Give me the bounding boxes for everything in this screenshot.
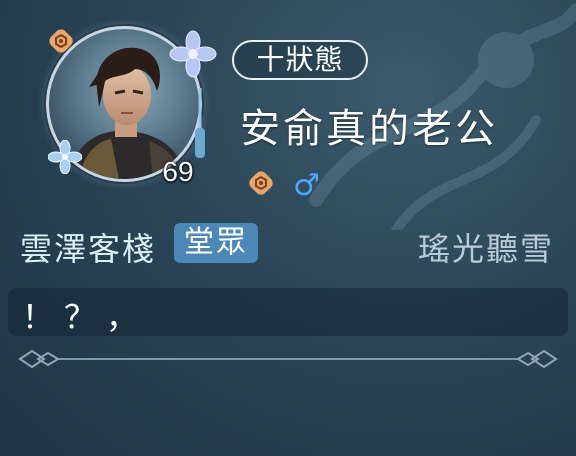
signature-text: ！？，: [22, 298, 149, 336]
player-name: 安俞真的老公: [240, 106, 498, 152]
clan-emblem-icon[interactable]: [248, 170, 274, 196]
player-portrait[interactable]: 69: [40, 12, 220, 192]
guild-name[interactable]: 雲澤客棧: [20, 224, 156, 270]
flower-decoration-icon: [48, 140, 82, 174]
signature-box[interactable]: ！？，: [8, 288, 568, 336]
server-name: 瑤光聽雪: [417, 230, 554, 268]
flower-decoration-icon: [169, 30, 217, 78]
male-icon: ♂: [293, 168, 320, 203]
clan-emblem-icon: [49, 29, 73, 53]
ornamental-divider: [18, 349, 558, 369]
player-level: 69: [162, 156, 194, 187]
guild-role-badge: 堂眾: [174, 223, 258, 263]
status-badge[interactable]: 十狀態: [232, 40, 368, 80]
